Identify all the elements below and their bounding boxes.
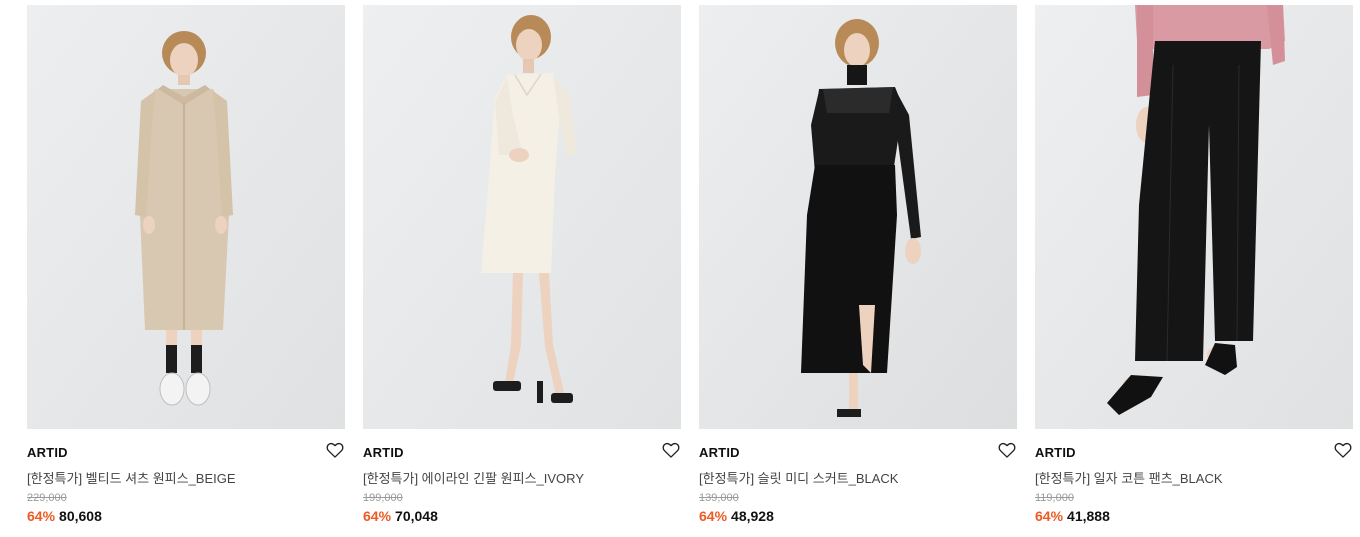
product-card[interactable]: ARTID [한정특가] 슬릿 미디 스커트_BLACK 139,000 64%… — [699, 5, 1017, 535]
discount-rate: 64% — [27, 508, 56, 524]
product-name[interactable]: [한정특가] 일자 코튼 팬츠_BLACK — [1035, 468, 1223, 487]
original-price: 139,000 — [699, 492, 739, 504]
product-image[interactable] — [363, 5, 681, 429]
price-row: 64% 41,888 — [1035, 508, 1110, 524]
sale-price: 80,608 — [59, 508, 102, 524]
heart-outline-icon[interactable] — [1333, 440, 1353, 460]
product-image[interactable] — [1035, 5, 1353, 429]
brand-name[interactable]: ARTID — [1035, 445, 1076, 460]
model-black-skirt-photo — [699, 5, 1017, 429]
brand-name[interactable]: ARTID — [363, 445, 404, 460]
discount-rate: 64% — [1035, 508, 1064, 524]
original-price: 119,000 — [1035, 492, 1074, 504]
brand-name[interactable]: ARTID — [699, 445, 740, 460]
model-beige-dress-photo — [27, 5, 345, 429]
product-card[interactable]: ARTID [한정특가] 에이라인 긴팔 원피스_IVORY 199,000 6… — [363, 5, 681, 535]
product-image[interactable] — [699, 5, 1017, 429]
discount-rate: 64% — [699, 508, 728, 524]
heart-outline-icon[interactable] — [661, 440, 681, 460]
heart-outline-icon[interactable] — [325, 440, 345, 460]
sale-price: 70,048 — [395, 508, 438, 524]
price-row: 64% 70,048 — [363, 508, 438, 524]
price-row: 64% 48,928 — [699, 508, 774, 524]
product-grid: ARTID [한정특가] 벨티드 셔츠 원피스_BEIGE 229,000 64… — [0, 0, 1360, 537]
product-name[interactable]: [한정특가] 슬릿 미디 스커트_BLACK — [699, 468, 898, 487]
product-image[interactable] — [27, 5, 345, 429]
sale-price: 41,888 — [1067, 508, 1110, 524]
product-name[interactable]: [한정특가] 에이라인 긴팔 원피스_IVORY — [363, 468, 584, 487]
product-card[interactable]: ARTID [한정특가] 일자 코튼 팬츠_BLACK 119,000 64% 4… — [1035, 5, 1353, 535]
price-row: 64% 80,608 — [27, 508, 102, 524]
product-card[interactable]: ARTID [한정특가] 벨티드 셔츠 원피스_BEIGE 229,000 64… — [27, 5, 345, 535]
sale-price: 48,928 — [731, 508, 774, 524]
original-price: 229,000 — [27, 492, 67, 504]
discount-rate: 64% — [363, 508, 392, 524]
original-price: 199,000 — [363, 492, 403, 504]
brand-name[interactable]: ARTID — [27, 445, 68, 460]
model-black-pants-photo — [1035, 5, 1353, 429]
product-name[interactable]: [한정특가] 벨티드 셔츠 원피스_BEIGE — [27, 468, 236, 487]
heart-outline-icon[interactable] — [997, 440, 1017, 460]
model-ivory-dress-photo — [363, 5, 681, 429]
